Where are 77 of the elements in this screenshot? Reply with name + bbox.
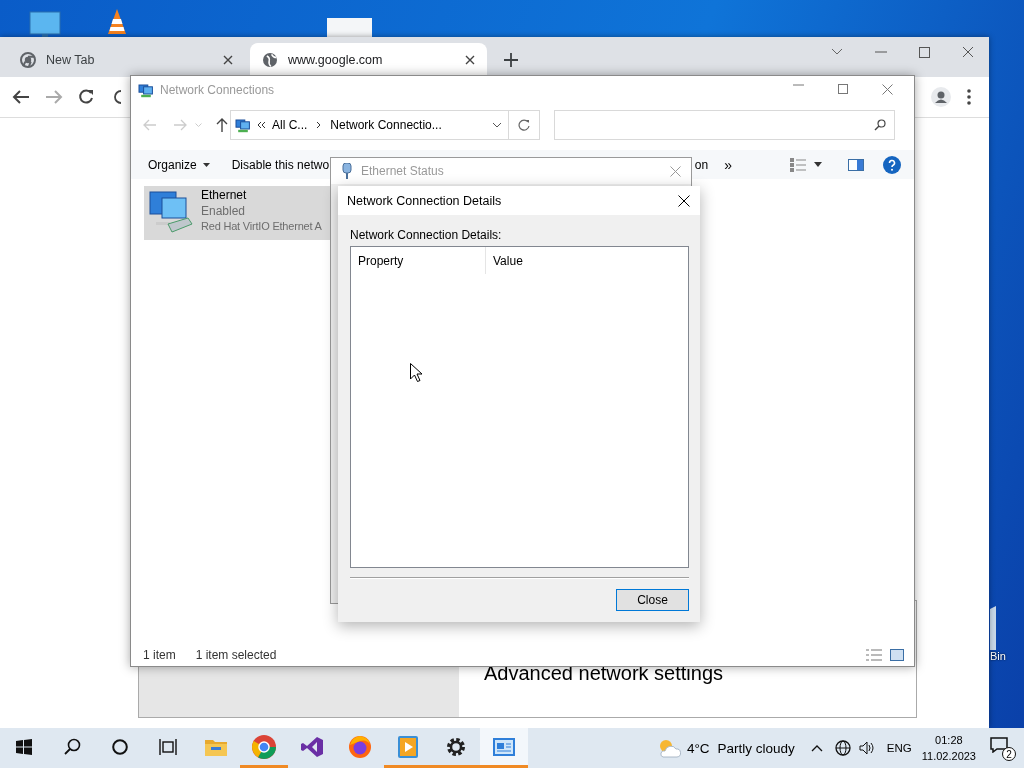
- view-options-icon[interactable]: [790, 157, 806, 172]
- tab-title: www.google.com: [288, 53, 383, 67]
- search-field[interactable]: [554, 110, 895, 140]
- connection-name: Ethernet: [201, 188, 248, 202]
- status-text: 1 item: [143, 648, 176, 662]
- chevron-right-icon: [316, 121, 322, 129]
- dialog-title: Network Connection Details: [347, 193, 502, 208]
- section-heading: Advanced network settings: [484, 662, 724, 686]
- new-tab-icon[interactable]: [504, 53, 518, 67]
- chevron-down-icon[interactable]: [831, 48, 843, 56]
- network-icon: [138, 81, 154, 98]
- close-icon[interactable]: [223, 55, 233, 65]
- search-icon[interactable]: [63, 738, 81, 755]
- more-button[interactable]: »: [716, 156, 740, 173]
- preview-pane-icon[interactable]: [848, 158, 864, 171]
- clock[interactable]: 01:28 11.02.2023: [921, 732, 976, 764]
- search-icon: [874, 119, 886, 131]
- maximize-icon[interactable]: [838, 84, 848, 94]
- chrome-icon: [252, 734, 276, 759]
- monitor-icon[interactable]: [28, 10, 62, 40]
- maximize-icon[interactable]: [919, 46, 930, 58]
- menu-icon[interactable]: [967, 89, 971, 105]
- start-icon[interactable]: [16, 738, 32, 755]
- speaker-icon[interactable]: [858, 741, 875, 755]
- breadcrumb[interactable]: Network Connectio...: [330, 118, 442, 132]
- window-title: Network Connections: [160, 82, 275, 97]
- caret-icon: [202, 162, 210, 167]
- reload-icon[interactable]: [78, 89, 94, 105]
- connection-status: Enabled: [201, 204, 247, 218]
- language-indicator[interactable]: ENG: [886, 742, 912, 754]
- recycle-bin-icon[interactable]: [990, 606, 996, 650]
- adapter-icon: [342, 163, 352, 179]
- adapter-name: Red Hat VirtIO Ethernet A: [201, 220, 322, 232]
- double-chevron-icon: [257, 121, 266, 129]
- close-button[interactable]: Close: [616, 589, 689, 611]
- infinity-icon[interactable]: [301, 735, 323, 758]
- circle-icon[interactable]: [112, 738, 128, 755]
- column-header[interactable]: Property: [351, 247, 486, 274]
- chevron-down-icon[interactable]: [492, 122, 502, 128]
- chrome-icon: [20, 52, 36, 68]
- close-icon[interactable]: [465, 55, 475, 65]
- dialog-title: Ethernet Status: [361, 164, 444, 178]
- large-icons-view-icon[interactable]: [890, 649, 904, 661]
- caret-icon[interactable]: [814, 162, 822, 167]
- gear-icon[interactable]: [446, 736, 466, 757]
- cursor-icon: [410, 363, 422, 382]
- tab-title: New Tab: [46, 53, 95, 67]
- list-label: Network Connection Details:: [350, 228, 503, 242]
- column-header[interactable]: Value: [486, 247, 688, 274]
- folder-icon[interactable]: [205, 737, 227, 756]
- globe-icon[interactable]: [834, 740, 851, 756]
- back-icon[interactable]: [12, 89, 30, 105]
- temperature[interactable]: 4°C: [686, 740, 710, 756]
- message-icon: [990, 737, 1008, 753]
- icon-label: Bin: [990, 650, 1006, 662]
- globe-icon: [262, 52, 278, 68]
- breadcrumb[interactable]: All C...: [272, 118, 308, 132]
- task-view-icon[interactable]: [159, 738, 177, 755]
- chevron-up-icon[interactable]: [810, 744, 823, 752]
- weather-text[interactable]: Partly cloudy: [717, 740, 795, 756]
- refresh-button[interactable]: [509, 110, 540, 140]
- media-player-icon[interactable]: [398, 735, 418, 758]
- close-icon[interactable]: [678, 194, 690, 207]
- notification-count: 2: [1002, 747, 1016, 761]
- help-icon[interactable]: [883, 155, 901, 174]
- network-icon: [235, 117, 251, 133]
- refresh-icon: [518, 119, 530, 131]
- up-icon[interactable]: [216, 118, 228, 132]
- status-text: 1 item selected: [195, 648, 277, 662]
- browser-tab[interactable]: www.google.com: [250, 43, 487, 77]
- cone-icon[interactable]: [105, 7, 129, 37]
- fox-icon[interactable]: [348, 734, 372, 759]
- control-panel-icon[interactable]: [493, 737, 515, 756]
- browser-tab[interactable]: New Tab: [8, 43, 245, 77]
- profile-icon[interactable]: [931, 87, 951, 107]
- menu-button[interactable]: Organize: [140, 157, 218, 172]
- address-bar[interactable]: All C... Network Connectio...: [230, 110, 509, 140]
